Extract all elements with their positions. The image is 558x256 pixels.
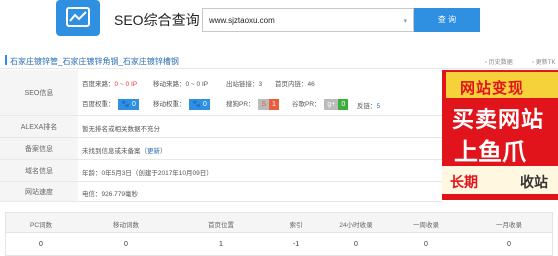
beian-value: 未找到信息或未备案（更新） bbox=[82, 148, 167, 155]
update-tk-link[interactable]: ▫ 更新TK bbox=[532, 57, 555, 66]
ad-banner[interactable]: 网站变现 买卖网站 上鱼爪 长期 收站 bbox=[442, 70, 558, 200]
beian-label: 备案信息 bbox=[0, 138, 78, 159]
ad-bottom-strip: 长期 收站 bbox=[442, 166, 558, 194]
google-pr-badge[interactable]: 0 bbox=[338, 98, 349, 110]
chevron-down-icon[interactable]: ▾ bbox=[403, 17, 407, 25]
alexa-value: 暂无排名或相关数据不充分 bbox=[82, 126, 160, 133]
seo-label: SEO信息 bbox=[0, 70, 78, 115]
sogou-icon: S bbox=[258, 98, 270, 110]
search-input[interactable]: www.sjztaoxu.com ▾ bbox=[202, 8, 414, 32]
outlinks: 出站链接：3 bbox=[226, 81, 263, 88]
stats-header-month: 一月收录 bbox=[496, 222, 522, 229]
domain-row: 域名信息 年龄：0年5月3日（创建于2017年10月09日） bbox=[0, 160, 442, 182]
site-name[interactable]: 石家庄镀锌管_石家庄镀锌角钢_石家庄镀锌槽钢 bbox=[10, 56, 179, 67]
chart-icon bbox=[66, 7, 90, 27]
stats-header-home-position: 首页位置 bbox=[208, 222, 234, 229]
title-accent-bar bbox=[5, 55, 7, 65]
mobile-source: 移动来路：0 ~ 0 IP bbox=[153, 81, 209, 88]
search-input-value[interactable]: www.sjztaoxu.com bbox=[209, 16, 275, 25]
ad-headline: 买卖网站 bbox=[452, 107, 545, 132]
google-pr: 谷歌PR： g+ 0 bbox=[292, 98, 349, 110]
speed-row: 网站速度 电信：926.779毫秒 bbox=[0, 182, 442, 202]
stats-value-index: -1 bbox=[292, 241, 300, 248]
ad-subheadline: 上鱼爪 bbox=[454, 139, 526, 166]
stats-header-index: 索引 bbox=[289, 222, 303, 229]
stats-table: PC词数 移动词数 首页位置 索引 24小时收录 一周收录 一月收录 0 0 1… bbox=[5, 212, 553, 256]
google-icon: g+ bbox=[324, 98, 339, 110]
stats-header-week: 一周收录 bbox=[413, 222, 439, 229]
ad-top-banner: 网站变现 bbox=[446, 72, 558, 98]
sogou-pr: 搜狗PR： S1 bbox=[226, 98, 279, 110]
logo[interactable] bbox=[56, 0, 100, 36]
page-title: SEO综合查询 bbox=[114, 12, 200, 28]
alexa-label: ALEXA排名 bbox=[0, 116, 78, 137]
stats-header-24h: 24小时收录 bbox=[339, 222, 373, 229]
stats-header-mobile-words: 移动词数 bbox=[113, 222, 139, 229]
beian-update-link[interactable]: 更新 bbox=[147, 148, 160, 155]
beian-row: 备案信息 未找到信息或未备案（更新） bbox=[0, 138, 442, 160]
search-button[interactable]: 查 询 bbox=[414, 8, 480, 32]
stats-value-home-position: 1 bbox=[219, 241, 223, 248]
stats-value-month: 0 bbox=[507, 241, 511, 248]
ad-top-text: 网站变现 bbox=[460, 80, 525, 97]
stats-value-week: 0 bbox=[424, 241, 428, 248]
baidu-weight: 百度权重： 🐾 0 bbox=[82, 98, 139, 110]
alexa-row: ALEXA排名 暂无排名或相关数据不充分 bbox=[0, 116, 442, 138]
domain-label: 域名信息 bbox=[0, 160, 78, 181]
stats-value-24h: 0 bbox=[354, 241, 358, 248]
mobile-weight-badge[interactable]: 🐾 0 bbox=[189, 98, 210, 110]
domain-value: 年龄：0年5月3日（创建于2017年10月09日） bbox=[82, 170, 213, 177]
mobile-weight: 移动权重： 🐾 0 bbox=[153, 98, 210, 110]
history-data-link[interactable]: ▫ 历史数据 bbox=[485, 57, 513, 66]
speed-label: 网站速度 bbox=[0, 182, 78, 201]
backlinks: 反链：5 bbox=[357, 103, 381, 110]
ad-bottom-text-1: 长期 bbox=[450, 174, 478, 190]
ad-bottom-text-2: 收站 bbox=[520, 174, 548, 190]
sogou-pr-badge[interactable]: 1 bbox=[269, 98, 279, 110]
stats-header-pc-words: PC词数 bbox=[29, 222, 53, 229]
header: SEO综合查询 www.sjztaoxu.com ▾ 查 询 bbox=[0, 0, 558, 46]
site-title-row: 石家庄镀锌管_石家庄镀锌角钢_石家庄镀锌槽钢 ▫ 历史数据 ▫ 更新TK bbox=[0, 53, 558, 69]
seo-row: SEO信息 百度来路：0 ~ 0 IP 移动来路：0 ~ 0 IP 出站链接：3… bbox=[0, 70, 442, 116]
stats-value-pc-words: 0 bbox=[39, 241, 43, 248]
speed-value: 电信：926.779毫秒 bbox=[82, 191, 138, 198]
baidu-weight-badge[interactable]: 🐾 0 bbox=[118, 98, 139, 110]
baidu-source: 百度来路：0 ~ 0 IP bbox=[82, 81, 138, 88]
stats-value-mobile-words: 0 bbox=[124, 241, 128, 248]
home-inlinks: 首页内链：46 bbox=[275, 81, 315, 88]
